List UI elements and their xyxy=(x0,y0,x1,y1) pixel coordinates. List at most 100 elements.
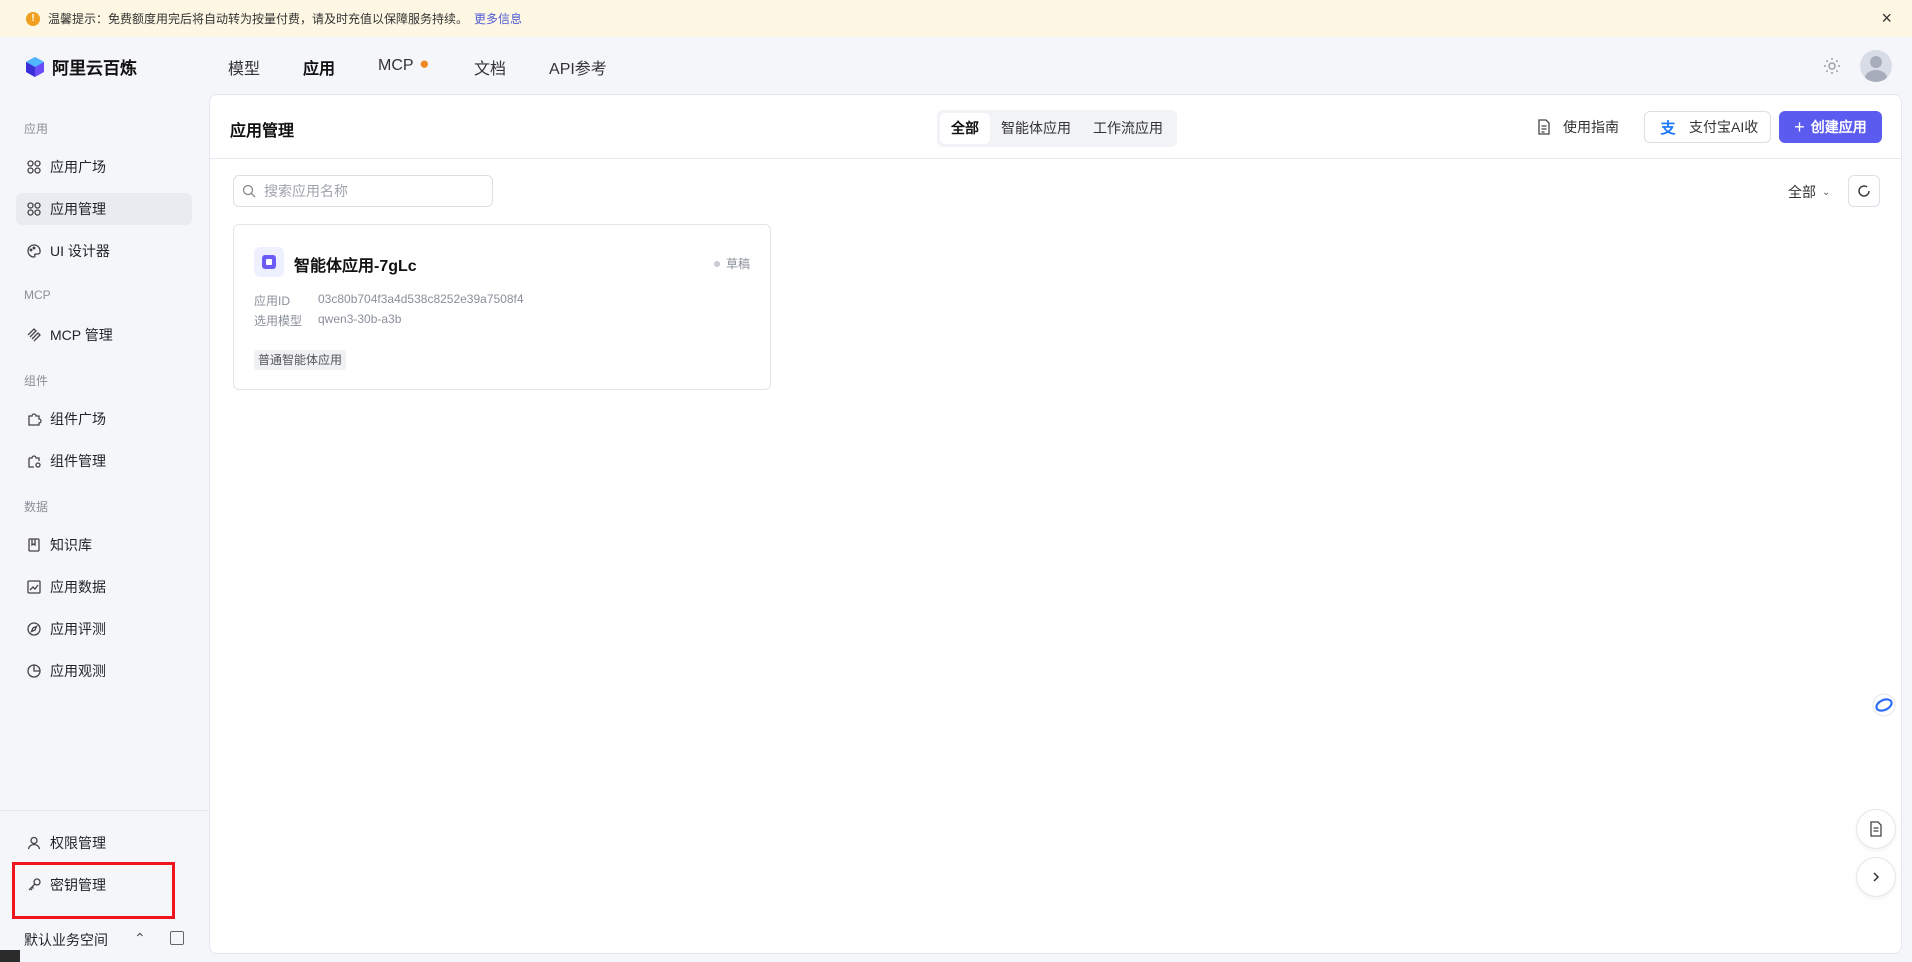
book-icon xyxy=(28,538,40,552)
sidebar-item-label: 知识库 xyxy=(50,537,92,553)
search-input[interactable] xyxy=(264,183,484,199)
sidebar-item-permission[interactable]: 权限管理 xyxy=(16,827,192,859)
nav-docs[interactable]: 文档 xyxy=(474,55,506,79)
agent-app-icon xyxy=(254,247,284,277)
grid-icon xyxy=(27,202,41,216)
sidebar-group-component: 组件 xyxy=(24,374,49,388)
sidebar-item-label: 权限管理 xyxy=(50,835,106,851)
sidebar-item-component-manage[interactable]: 组件管理 xyxy=(16,445,192,477)
sidebar-toggle-icon[interactable] xyxy=(170,931,184,945)
guide-label: 使用指南 xyxy=(1563,119,1619,135)
refresh-icon xyxy=(1858,185,1870,197)
expand-float-button[interactable] xyxy=(1856,857,1896,897)
docs-float-button[interactable] xyxy=(1856,809,1896,849)
app-card[interactable]: 智能体应用-7gLc 草稿 应用ID 03c80b704f3a4d538c825… xyxy=(233,224,771,390)
user-icon xyxy=(27,836,41,850)
refresh-button[interactable] xyxy=(1848,175,1880,207)
search-icon xyxy=(242,184,256,198)
tab-workflow-apps[interactable]: 工作流应用 xyxy=(1082,113,1174,144)
document-icon xyxy=(1870,821,1882,837)
mcp-icon xyxy=(27,328,41,342)
notice-more-link[interactable]: 更多信息 xyxy=(474,10,522,27)
sidebar-group-mcp: MCP xyxy=(24,288,51,302)
puzzle-icon xyxy=(28,413,42,426)
corner-mark xyxy=(0,950,20,962)
main-nav: 模型 应用 MCP ⚫ 文档 API参考 xyxy=(228,55,650,79)
sidebar-item-label: 密钥管理 xyxy=(50,877,106,893)
sidebar-item-app-eval[interactable]: 应用评测 xyxy=(16,613,192,645)
notice-bar: ! 温馨提示：免费额度用完后将自动转为按量付费，请及时充值以保障服务持续。 更多… xyxy=(0,0,1912,37)
grid-icon xyxy=(27,160,41,174)
brand-name: 阿里云百炼 xyxy=(52,59,137,78)
alipay-label: 支付宝AI收 xyxy=(1689,119,1759,135)
sidebar-item-label: 应用广场 xyxy=(50,159,106,175)
model-row: 选用模型 qwen3-30b-a3b xyxy=(254,312,401,329)
sidebar-item-knowledge[interactable]: 知识库 xyxy=(16,529,192,561)
pie-chart-icon xyxy=(27,664,41,678)
tab-agent-apps[interactable]: 智能体应用 xyxy=(990,113,1082,144)
sidebar-item-mcp-manage[interactable]: MCP 管理 xyxy=(16,319,192,351)
nav-mcp-label: MCP xyxy=(378,57,414,74)
main-panel: 应用管理 全部 智能体应用 工作流应用 使用指南 支 支付宝AI收 + 创建应用… xyxy=(209,94,1902,954)
guide-button[interactable]: 使用指南 xyxy=(1537,117,1619,137)
sidebar-item-component-square[interactable]: 组件广场 xyxy=(16,403,192,435)
sidebar-group-data: 数据 xyxy=(24,500,49,514)
sidebar-item-label: 组件管理 xyxy=(50,453,106,469)
sidebar-item-ui-designer[interactable]: UI 设计器 xyxy=(16,235,192,267)
nav-api[interactable]: API参考 xyxy=(549,55,607,79)
app-type-tabs: 全部 智能体应用 工作流应用 xyxy=(937,110,1177,147)
search-box xyxy=(233,175,493,207)
status-text: 草稿 xyxy=(725,257,750,271)
app-id-value: 03c80b704f3a4d538c8252e39a7508f4 xyxy=(318,292,524,306)
nav-models[interactable]: 模型 xyxy=(228,55,260,79)
brand-logo[interactable]: 阿里云百炼 xyxy=(24,54,137,79)
chevron-up-icon[interactable]: ⌃ xyxy=(134,930,146,947)
sidebar-item-label: 应用评测 xyxy=(50,621,106,637)
palette-icon xyxy=(27,244,41,258)
assistant-icon xyxy=(1872,693,1896,717)
create-label: 创建应用 xyxy=(1810,119,1867,135)
workspace-switcher[interactable]: 默认业务空间 ⌃ xyxy=(24,930,194,950)
chevron-down-icon: ⌄ xyxy=(1822,186,1831,198)
sidebar-item-label: MCP 管理 xyxy=(50,327,113,343)
sidebar-item-label: UI 设计器 xyxy=(50,243,110,259)
sidebar-item-key-manage[interactable]: 密钥管理 xyxy=(16,869,192,901)
alipay-icon: 支 xyxy=(1660,119,1676,137)
user-avatar-icon xyxy=(1865,56,1887,82)
app-id-label: 应用ID xyxy=(254,294,291,308)
gear-icon[interactable] xyxy=(1822,56,1842,76)
model-value: qwen3-30b-a3b xyxy=(318,312,402,326)
document-icon xyxy=(1538,119,1550,135)
top-navigation: 阿里云百炼 模型 应用 MCP ⚫ 文档 API参考 xyxy=(0,37,1912,94)
sidebar-item-app-square[interactable]: 应用广场 xyxy=(16,151,192,183)
sidebar-item-label: 应用数据 xyxy=(50,579,106,595)
create-app-button[interactable]: + 创建应用 xyxy=(1779,111,1882,143)
model-label: 选用模型 xyxy=(254,314,303,328)
sidebar-item-app-observe[interactable]: 应用观测 xyxy=(16,655,192,687)
logo-icon xyxy=(26,56,44,77)
key-icon xyxy=(28,878,41,891)
filter-dropdown[interactable]: 全部 ⌄ xyxy=(1788,182,1830,202)
sidebar-item-app-manage[interactable]: 应用管理 xyxy=(16,193,192,225)
sidebar-divider xyxy=(0,810,208,811)
assistant-button[interactable] xyxy=(1864,685,1904,725)
nav-mcp[interactable]: MCP ⚫ xyxy=(378,55,431,79)
status-dot xyxy=(713,260,720,267)
alipay-button[interactable]: 支 支付宝AI收 xyxy=(1644,111,1772,143)
sidebar-item-label: 组件广场 xyxy=(50,411,106,427)
compass-icon xyxy=(27,622,41,636)
tab-all[interactable]: 全部 xyxy=(940,113,990,144)
close-icon[interactable]: × xyxy=(1881,9,1892,27)
avatar[interactable] xyxy=(1860,50,1892,82)
chart-line-icon xyxy=(27,580,41,594)
sidebar: 应用 应用广场 应用管理 UI 设计器 MCP MCP 管理 组件 组件广场 组… xyxy=(0,94,208,962)
sidebar-item-label: 应用观测 xyxy=(50,663,106,679)
filter-value: 全部 xyxy=(1788,184,1816,200)
nav-apps[interactable]: 应用 xyxy=(303,55,335,79)
sidebar-item-app-data[interactable]: 应用数据 xyxy=(16,571,192,603)
sidebar-group-app: 应用 xyxy=(24,122,49,136)
notice-text: 温馨提示：免费额度用完后将自动转为按量付费，请及时充值以保障服务持续。 xyxy=(48,12,469,26)
flame-icon: ⚫ xyxy=(417,57,431,74)
app-id-row: 应用ID 03c80b704f3a4d538c8252e39a7508f4 xyxy=(254,292,524,309)
plus-icon: + xyxy=(1794,117,1805,137)
